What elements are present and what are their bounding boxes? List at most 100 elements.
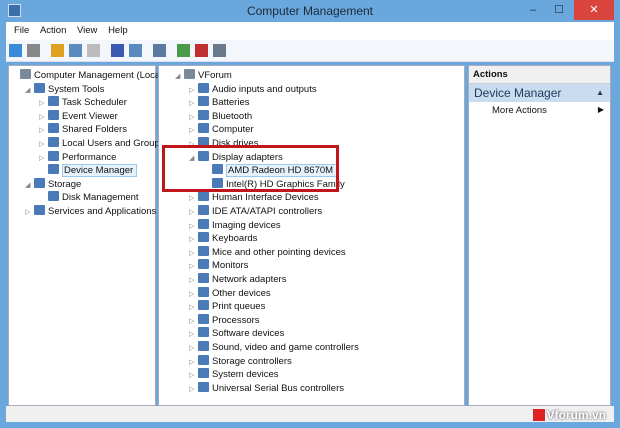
disable-icon[interactable] — [213, 44, 226, 57]
tree-item[interactable]: ▷ System devices — [189, 368, 279, 381]
menu-bar: File Action View Help — [6, 22, 614, 40]
properties-icon[interactable] — [87, 44, 100, 57]
expand-arrow-icon[interactable]: ▷ — [189, 97, 198, 110]
expand-arrow-icon[interactable]: ▷ — [189, 124, 198, 137]
node-icon — [48, 123, 59, 134]
expand-arrow-icon[interactable]: ▷ — [189, 274, 198, 287]
menu-help[interactable]: Help — [108, 22, 128, 40]
expand-arrow-icon[interactable]: ▷ — [189, 206, 198, 219]
expand-arrow-icon[interactable]: ▷ — [189, 383, 198, 396]
expand-arrow-icon[interactable]: ▷ — [189, 369, 198, 382]
minimize-button[interactable]: – — [520, 0, 546, 20]
collapse-icon[interactable]: ▲ — [596, 88, 604, 97]
expand-arrow-icon[interactable]: ◢ — [25, 84, 34, 97]
tree-item[interactable]: ▷ Performance — [39, 150, 116, 165]
tree-item[interactable]: ▷ Universal Serial Bus controllers — [189, 381, 344, 396]
node-icon — [198, 327, 209, 338]
expand-arrow-icon[interactable]: ▷ — [189, 260, 198, 273]
expand-arrow-icon[interactable]: ▷ — [189, 247, 198, 260]
forward-icon[interactable] — [27, 44, 40, 57]
back-icon[interactable] — [9, 44, 22, 57]
tree-item[interactable]: ▷ Task Scheduler — [39, 96, 127, 109]
node-icon — [198, 82, 209, 93]
tree-item[interactable]: ▷ Imaging devices — [189, 218, 281, 233]
tree-item[interactable]: ▷ Event Viewer — [39, 109, 118, 124]
expand-arrow-icon[interactable]: ▷ — [39, 152, 48, 165]
submenu-arrow-icon: ▶ — [597, 105, 604, 114]
node-icon — [198, 381, 209, 392]
tree-item[interactable]: ◢ System Tools — [25, 82, 104, 97]
tree-item[interactable]: ▷ Other devices — [189, 286, 271, 301]
node-icon — [198, 354, 209, 365]
scan-hardware-icon[interactable] — [153, 44, 166, 57]
tree-item[interactable]: ▷ Services and Applications — [25, 205, 156, 218]
show-hide-action-icon[interactable] — [129, 44, 142, 57]
tree-item[interactable]: ▷ Storage controllers — [189, 354, 292, 369]
tree-item[interactable]: ▷ Network adapters — [189, 273, 286, 286]
node-icon — [198, 368, 209, 379]
tree-item[interactable]: ▷ Monitors — [189, 259, 248, 272]
expand-arrow-icon[interactable]: ▷ — [39, 138, 48, 151]
expand-arrow-icon[interactable]: ▷ — [25, 206, 34, 219]
expand-arrow-icon[interactable]: ▷ — [189, 356, 198, 369]
tree-item[interactable]: ▷ Software devices — [189, 327, 284, 340]
tree-item-label: Disk Management — [62, 192, 139, 204]
menu-view[interactable]: View — [77, 22, 97, 40]
expand-arrow-icon[interactable]: ▷ — [189, 315, 198, 328]
node-icon — [198, 123, 209, 134]
close-button[interactable]: ✕ — [574, 0, 614, 20]
uninstall-icon[interactable] — [195, 44, 208, 57]
expand-arrow-icon[interactable]: ▷ — [39, 111, 48, 124]
expand-arrow-icon[interactable]: ▷ — [189, 301, 198, 314]
tree-item[interactable]: ▷ Keyboards — [189, 232, 257, 245]
menu-action[interactable]: Action — [40, 22, 66, 40]
expand-arrow-icon[interactable]: ▷ — [189, 220, 198, 233]
help-icon[interactable] — [111, 44, 124, 57]
expand-arrow-icon[interactable]: ▷ — [189, 233, 198, 246]
tree-item[interactable]: Device Manager — [39, 164, 138, 178]
up-icon[interactable] — [51, 44, 64, 57]
more-actions[interactable]: More Actions ▶ — [469, 102, 610, 116]
tree-item[interactable]: ▷ IDE ATA/ATAPI controllers — [189, 205, 322, 218]
more-actions-label: More Actions — [492, 105, 547, 116]
expand-arrow-icon[interactable]: ▷ — [189, 328, 198, 341]
tree-item[interactable]: ▷ Bluetooth — [189, 109, 253, 124]
node-icon — [48, 109, 59, 120]
tree-item[interactable]: Disk Management — [39, 191, 139, 204]
tree-item[interactable]: ◢ Storage — [25, 177, 81, 192]
tree-item-label: Bluetooth — [212, 110, 253, 122]
section-label: Device Manager — [474, 86, 562, 100]
tree-item-label: Other devices — [212, 287, 271, 299]
node-icon — [198, 218, 209, 229]
tree-item[interactable]: ▷ Print queues — [189, 300, 265, 313]
tree-item[interactable]: ▷ Human Interface Devices — [189, 191, 319, 204]
expand-arrow-icon[interactable]: ▷ — [189, 192, 198, 205]
actions-section-device-manager[interactable]: Device Manager ▲ — [469, 84, 610, 102]
expand-arrow-icon[interactable]: ▷ — [189, 84, 198, 97]
node-icon — [198, 273, 209, 283]
menu-file[interactable]: File — [14, 22, 29, 40]
update-driver-icon[interactable] — [177, 44, 190, 57]
tree-item[interactable]: ▷ Audio inputs and outputs — [189, 82, 317, 97]
expand-arrow-icon[interactable]: ▷ — [39, 97, 48, 110]
expand-arrow-icon[interactable]: ▷ — [39, 124, 48, 137]
tree-item[interactable]: ▷ Computer — [189, 123, 254, 136]
tree-item[interactable]: ▷ Batteries — [189, 96, 250, 109]
tree-item[interactable]: ▷ Shared Folders — [39, 123, 127, 136]
tree-item[interactable]: ▷ Processors — [189, 313, 260, 328]
tree-item-label: Sound, video and game controllers — [212, 342, 359, 353]
maximize-button[interactable]: ☐ — [546, 0, 572, 20]
tree-item-label: VForum — [198, 70, 232, 81]
expand-arrow-icon[interactable]: ▷ — [189, 288, 198, 301]
tree-item[interactable]: ▷ Mice and other pointing devices — [189, 245, 346, 260]
tree-item[interactable]: ▷ Sound, video and game controllers — [189, 341, 359, 354]
tree-item[interactable]: Computer Management (Local — [11, 69, 162, 82]
tree-item[interactable]: ▷ Local Users and Groups — [39, 137, 164, 150]
tree-item[interactable]: ◢ VForum — [175, 69, 232, 82]
node-icon — [48, 96, 59, 107]
expand-arrow-icon[interactable]: ◢ — [175, 70, 184, 83]
expand-arrow-icon[interactable]: ▷ — [189, 111, 198, 124]
expand-arrow-icon[interactable]: ◢ — [25, 179, 34, 192]
expand-arrow-icon[interactable]: ▷ — [189, 342, 198, 355]
show-hide-tree-icon[interactable] — [69, 44, 82, 57]
